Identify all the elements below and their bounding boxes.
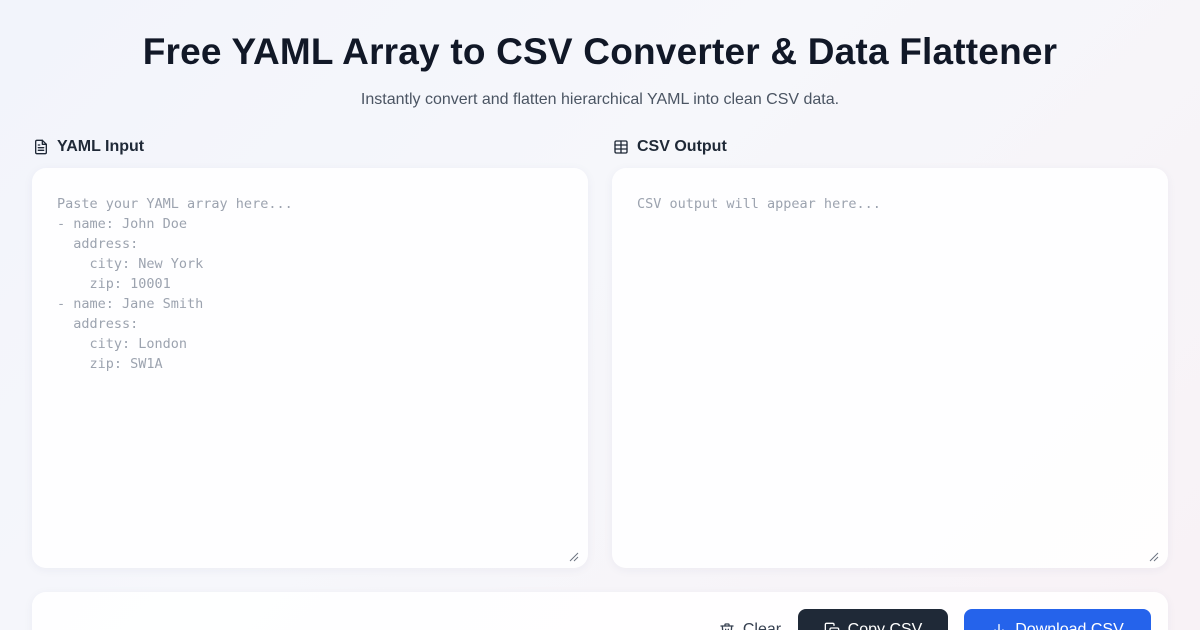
copy-csv-button-label: Copy CSV [847, 621, 923, 630]
copy-icon [824, 622, 840, 630]
yaml-input-panel [32, 168, 588, 568]
csv-output-label: CSV Output [613, 138, 727, 156]
csv-output-textarea[interactable] [612, 168, 1168, 568]
csv-output-label-text: CSV Output [637, 138, 727, 155]
download-csv-button[interactable]: Download CSV [964, 609, 1151, 630]
page-header: Free YAML Array to CSV Converter & Data … [0, 30, 1200, 110]
page-subtitle: Instantly convert and flatten hierarchic… [360, 91, 840, 108]
resize-grip-icon[interactable] [569, 549, 579, 562]
page-title: Free YAML Array to CSV Converter & Data … [142, 31, 1058, 72]
csv-output-panel [612, 168, 1168, 568]
trash-icon [719, 622, 735, 630]
clear-button-label: Clear [742, 621, 782, 630]
action-toolbar: Clear Copy CSV Download CSV [32, 592, 1168, 630]
yaml-input-textarea[interactable] [32, 168, 588, 568]
file-text-icon [33, 139, 49, 155]
table-icon [613, 139, 629, 155]
resize-grip-icon[interactable] [1149, 549, 1159, 562]
clear-button[interactable]: Clear [698, 609, 802, 630]
yaml-input-label: YAML Input [33, 138, 144, 156]
download-icon [991, 622, 1007, 630]
yaml-input-label-text: YAML Input [57, 138, 145, 155]
download-csv-button-label: Download CSV [1015, 621, 1124, 630]
copy-csv-button[interactable]: Copy CSV [798, 609, 948, 630]
